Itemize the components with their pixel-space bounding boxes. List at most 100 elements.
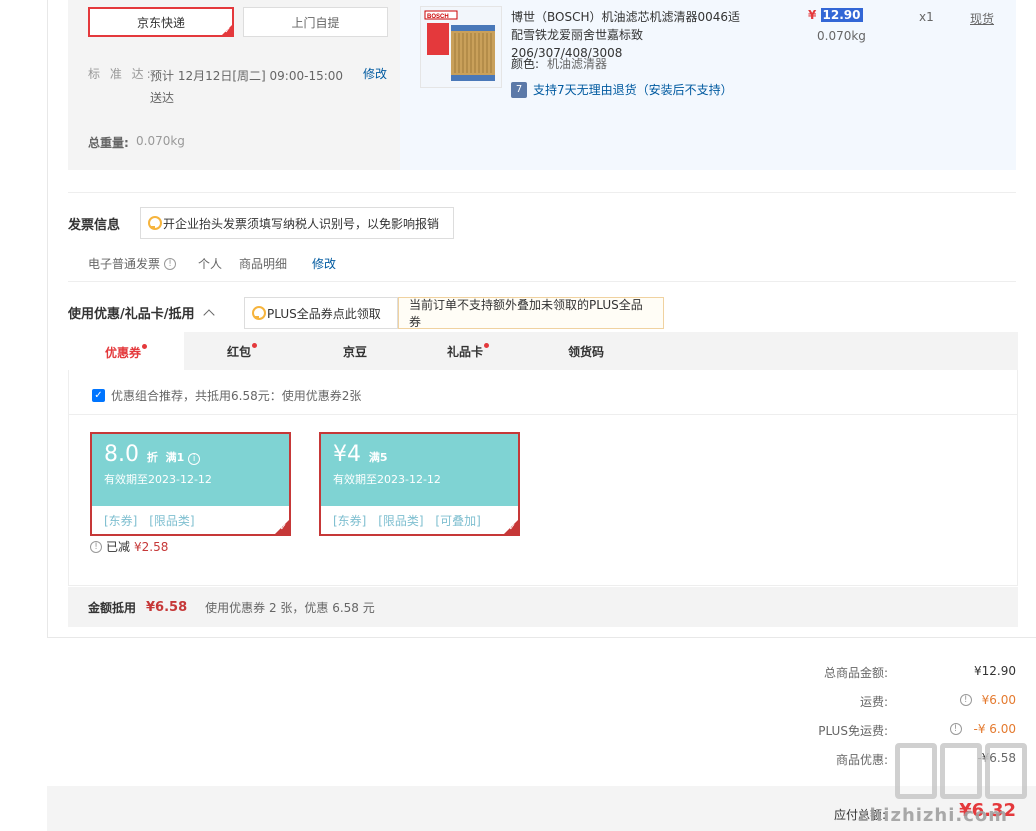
check-icon: ✓ xyxy=(224,26,231,35)
tab-red-packet-label: 红包 xyxy=(226,344,251,359)
frame-bottom-border xyxy=(47,637,1036,638)
coupon-condition: 满1 xyxy=(165,451,185,464)
total-weight-value: 0.070kg xyxy=(136,134,185,148)
standard-delivery-label: 标 准 达: xyxy=(88,67,154,81)
standard-delivery-text: 预计 12月12日[周二] 09:00-15:00 送达 xyxy=(150,69,344,105)
tab-red-packet[interactable]: 红包 xyxy=(184,332,300,370)
watermark-logo-block xyxy=(985,743,1027,799)
invoice-tip: 开企业抬头发票须填写纳税人识别号，以免影响报销 xyxy=(140,207,454,239)
self-pickup-label: 上门自提 xyxy=(291,15,340,30)
tab-redeem-code-label: 领货码 xyxy=(567,344,604,359)
tab-redeem-code[interactable]: 领货码 xyxy=(526,332,646,370)
coupon-card[interactable]: 8.0 折 满1 i 有效期至2023-12-12 [东券] [限品类] ✓ xyxy=(90,432,291,536)
goods-total-label: 总商品金额: xyxy=(823,666,888,680)
brand-logo-text: BOSCH xyxy=(427,14,449,20)
coupon-deducted: ! 已减 ¥2.58 xyxy=(90,538,168,555)
invoice-title: 发票信息 xyxy=(68,218,121,233)
return-policy-icon: 7 xyxy=(511,81,527,98)
coupon-tag: [东券] xyxy=(104,514,138,528)
watermark-logo xyxy=(895,743,1030,803)
coupon-card[interactable]: ¥4 满5 有效期至2023-12-12 [东券] [限品类] [可叠加] ✓ xyxy=(319,432,520,536)
plus-freight-value: -¥ 6.00 xyxy=(973,722,1017,736)
lightbulb-icon xyxy=(251,306,266,320)
chevron-up-icon xyxy=(202,308,215,321)
product-price: ¥ 12.90 xyxy=(808,8,863,22)
product-quantity: x1 xyxy=(919,10,934,24)
tab-coupons-label: 优惠券 xyxy=(104,345,141,360)
self-pickup-button[interactable]: 上门自提 xyxy=(243,7,388,37)
freight-value-group: ! ¥6.00 xyxy=(959,693,1016,707)
deducted-value: ¥2.58 xyxy=(134,539,169,554)
summary-desc: 使用优惠券 2 张，优惠 6.58 元 xyxy=(205,600,375,615)
product-title[interactable]: 博世（BOSCH）机油滤芯机滤清器0046适配雪铁龙爱丽舍世嘉标致206/307… xyxy=(511,8,751,62)
freight-label: 运费: xyxy=(859,695,888,709)
coupon-validity: 有效期至2023-12-12 xyxy=(104,473,212,486)
divider xyxy=(69,414,1017,415)
info-icon[interactable]: ! xyxy=(164,257,177,270)
tab-jd-beans-label: 京豆 xyxy=(342,344,367,359)
divider xyxy=(68,192,1016,193)
coupon-tag: [限品类] xyxy=(149,514,195,528)
coupon-value: ¥4 xyxy=(333,442,361,467)
coupon-tag: [东券] xyxy=(333,514,367,528)
coupon-summary-bar: 金额抵用 ¥6.58 使用优惠券 2 张，优惠 6.58 元 xyxy=(68,587,1018,627)
divider xyxy=(68,281,1016,282)
invoice-type-text: 电子普通发票 xyxy=(88,257,161,271)
coupon-section-toggle[interactable]: 使用优惠/礼品卡/抵用 xyxy=(68,303,215,322)
plus-freight-label: PLUS免运费: xyxy=(818,724,888,738)
freight-value: ¥6.00 xyxy=(981,693,1016,707)
deducted-label: 已减 xyxy=(106,540,131,554)
watermark-text: zhizhizhi.com xyxy=(858,805,1009,826)
invoice-person: 个人 xyxy=(198,257,223,271)
invoice-detail: 商品明细 xyxy=(239,257,288,271)
combo-recommend[interactable]: ✓ 优惠组合推荐，共抵用6.58元：使用优惠券2张 xyxy=(92,387,361,404)
new-dot xyxy=(484,342,489,348)
info-icon[interactable]: i xyxy=(188,453,201,465)
new-dot xyxy=(142,343,147,349)
delivery-edit-link[interactable]: 修改 xyxy=(363,65,387,82)
watermark-logo-block xyxy=(895,743,937,799)
jd-express-label: 京东快递 xyxy=(136,15,185,30)
coupon-card-top: ¥4 满5 有效期至2023-12-12 xyxy=(321,434,518,506)
plus-coupon-notice-text: 当前订单不支持额外叠加未领取的PLUS全品券 xyxy=(409,298,643,329)
lightbulb-icon xyxy=(147,216,162,230)
combo-checkbox[interactable]: ✓ xyxy=(92,389,105,402)
plus-coupon-tip-text: PLUS全品券点此领取 xyxy=(267,306,381,321)
frame-left-border xyxy=(47,0,48,638)
tab-gift-card[interactable]: 礼品卡 xyxy=(410,332,526,370)
discount-label: 商品优惠: xyxy=(835,753,888,767)
combo-text: 优惠组合推荐，共抵用6.58元：使用优惠券2张 xyxy=(111,389,362,403)
new-dot xyxy=(252,342,257,348)
goods-total-value: ¥12.90 xyxy=(974,664,1016,678)
info-icon[interactable]: ! xyxy=(949,723,962,735)
invoice-type: 电子普通发票 ! xyxy=(88,255,177,272)
summary-label: 金额抵用 xyxy=(88,600,137,615)
info-icon[interactable]: ! xyxy=(959,694,972,706)
oil-filter-image: BOSCH xyxy=(421,7,501,87)
plus-freight-value-group: ! -¥ 6.00 xyxy=(949,722,1017,736)
plus-coupon-tip[interactable]: PLUS全品券点此领取 xyxy=(244,297,398,329)
summary-value: ¥6.58 xyxy=(146,599,188,615)
price-symbol: ¥ xyxy=(808,8,817,22)
coupon-value: 8.0 xyxy=(104,442,139,467)
tab-coupons[interactable]: 优惠券 xyxy=(68,332,184,370)
return-policy-text: 支持7天无理由退货（安装后不支持） xyxy=(533,83,733,97)
tab-gift-card-label: 礼品卡 xyxy=(446,344,483,359)
product-color-value: 机油滤清器 xyxy=(547,57,608,71)
coupon-tag: [限品类] xyxy=(378,514,424,528)
coupon-unit: 满5 xyxy=(368,451,388,464)
invoice-edit-link[interactable]: 修改 xyxy=(312,255,336,272)
total-weight-label: 总重量: xyxy=(88,136,129,150)
coupon-tags: [东券] [限品类] xyxy=(92,506,289,535)
plus-coupon-notice: 当前订单不支持额外叠加未领取的PLUS全品券 xyxy=(398,297,664,329)
coupon-tag: [可叠加] xyxy=(435,514,481,528)
coupon-card-top: 8.0 折 满1 i 有效期至2023-12-12 xyxy=(92,434,289,506)
product-image[interactable]: BOSCH xyxy=(420,6,502,88)
info-icon[interactable]: ! xyxy=(90,540,102,553)
jd-express-button[interactable]: 京东快递 ✓ xyxy=(88,7,234,37)
coupon-section-title: 使用优惠/礼品卡/抵用 xyxy=(68,307,195,322)
invoice-tip-text: 开企业抬头发票须填写纳税人识别号，以免影响报销 xyxy=(163,216,440,231)
coupon-unit: 折 xyxy=(146,451,158,464)
product-weight: 0.070kg xyxy=(817,29,866,43)
tab-jd-beans[interactable]: 京豆 xyxy=(300,332,410,370)
